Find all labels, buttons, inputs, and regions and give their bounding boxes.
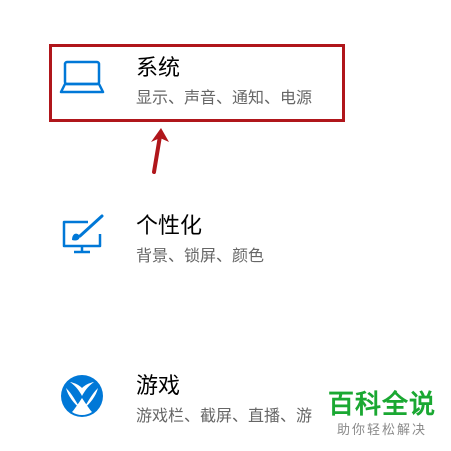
highlight-box [49, 44, 345, 122]
setting-item-personalization[interactable]: 个性化 背景、锁屏、颜色 [50, 202, 350, 282]
xbox-icon [58, 372, 106, 420]
setting-description: 游戏栏、截屏、直播、游 [136, 406, 313, 425]
watermark-title: 百科全说 [327, 390, 436, 420]
watermark-subtitle: 助你轻松解决 [336, 423, 427, 438]
setting-title: 游戏 [136, 374, 181, 399]
setting-title: 个性化 [136, 214, 203, 239]
setting-description: 背景、锁屏、颜色 [136, 246, 265, 265]
personalization-brush-icon [58, 212, 106, 260]
up-arrow-icon [140, 124, 180, 176]
watermark: 百科全说 助你轻松解决 [318, 388, 446, 444]
settings-page: 系统 显示、声音、通知、电源 个性化 背景、锁屏、颜色 游戏 游戏栏、截屏、直播… [0, 0, 451, 451]
setting-item-gaming[interactable]: 游戏 游戏栏、截屏、直播、游 [50, 362, 350, 442]
